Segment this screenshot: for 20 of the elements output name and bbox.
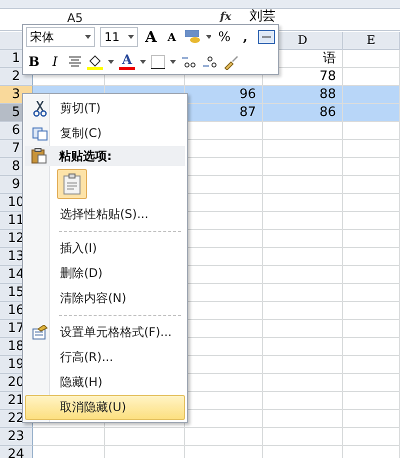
table-cell[interactable]: 86 <box>263 104 343 122</box>
table-cell[interactable]: 88 <box>263 86 343 104</box>
table-cell[interactable]: 96 <box>185 86 263 104</box>
font-color-button[interactable]: A <box>119 54 135 67</box>
function-button[interactable]: fx <box>220 11 232 23</box>
percent-button[interactable]: % <box>216 30 232 44</box>
column-header[interactable]: E <box>343 32 400 50</box>
menu-item[interactable]: 取消隐藏(U) <box>25 395 185 420</box>
name-box[interactable]: A5 <box>0 11 150 25</box>
row-header[interactable]: 23 <box>0 428 33 446</box>
formula-value[interactable]: 刘芸 <box>249 10 276 24</box>
italic-button[interactable]: I <box>47 54 63 70</box>
font-dropdown[interactable]: 宋体 <box>26 27 96 47</box>
menu-section-header: 粘贴选项: <box>25 146 185 166</box>
grow-font-button[interactable]: A <box>143 28 159 46</box>
comma-button[interactable]: , <box>237 30 254 44</box>
table-cell[interactable]: 87 <box>185 104 263 122</box>
font-size-dropdown[interactable]: 11 <box>100 27 138 47</box>
row-header[interactable]: 24 <box>0 446 33 458</box>
shrink-font-button[interactable]: A <box>164 30 180 44</box>
